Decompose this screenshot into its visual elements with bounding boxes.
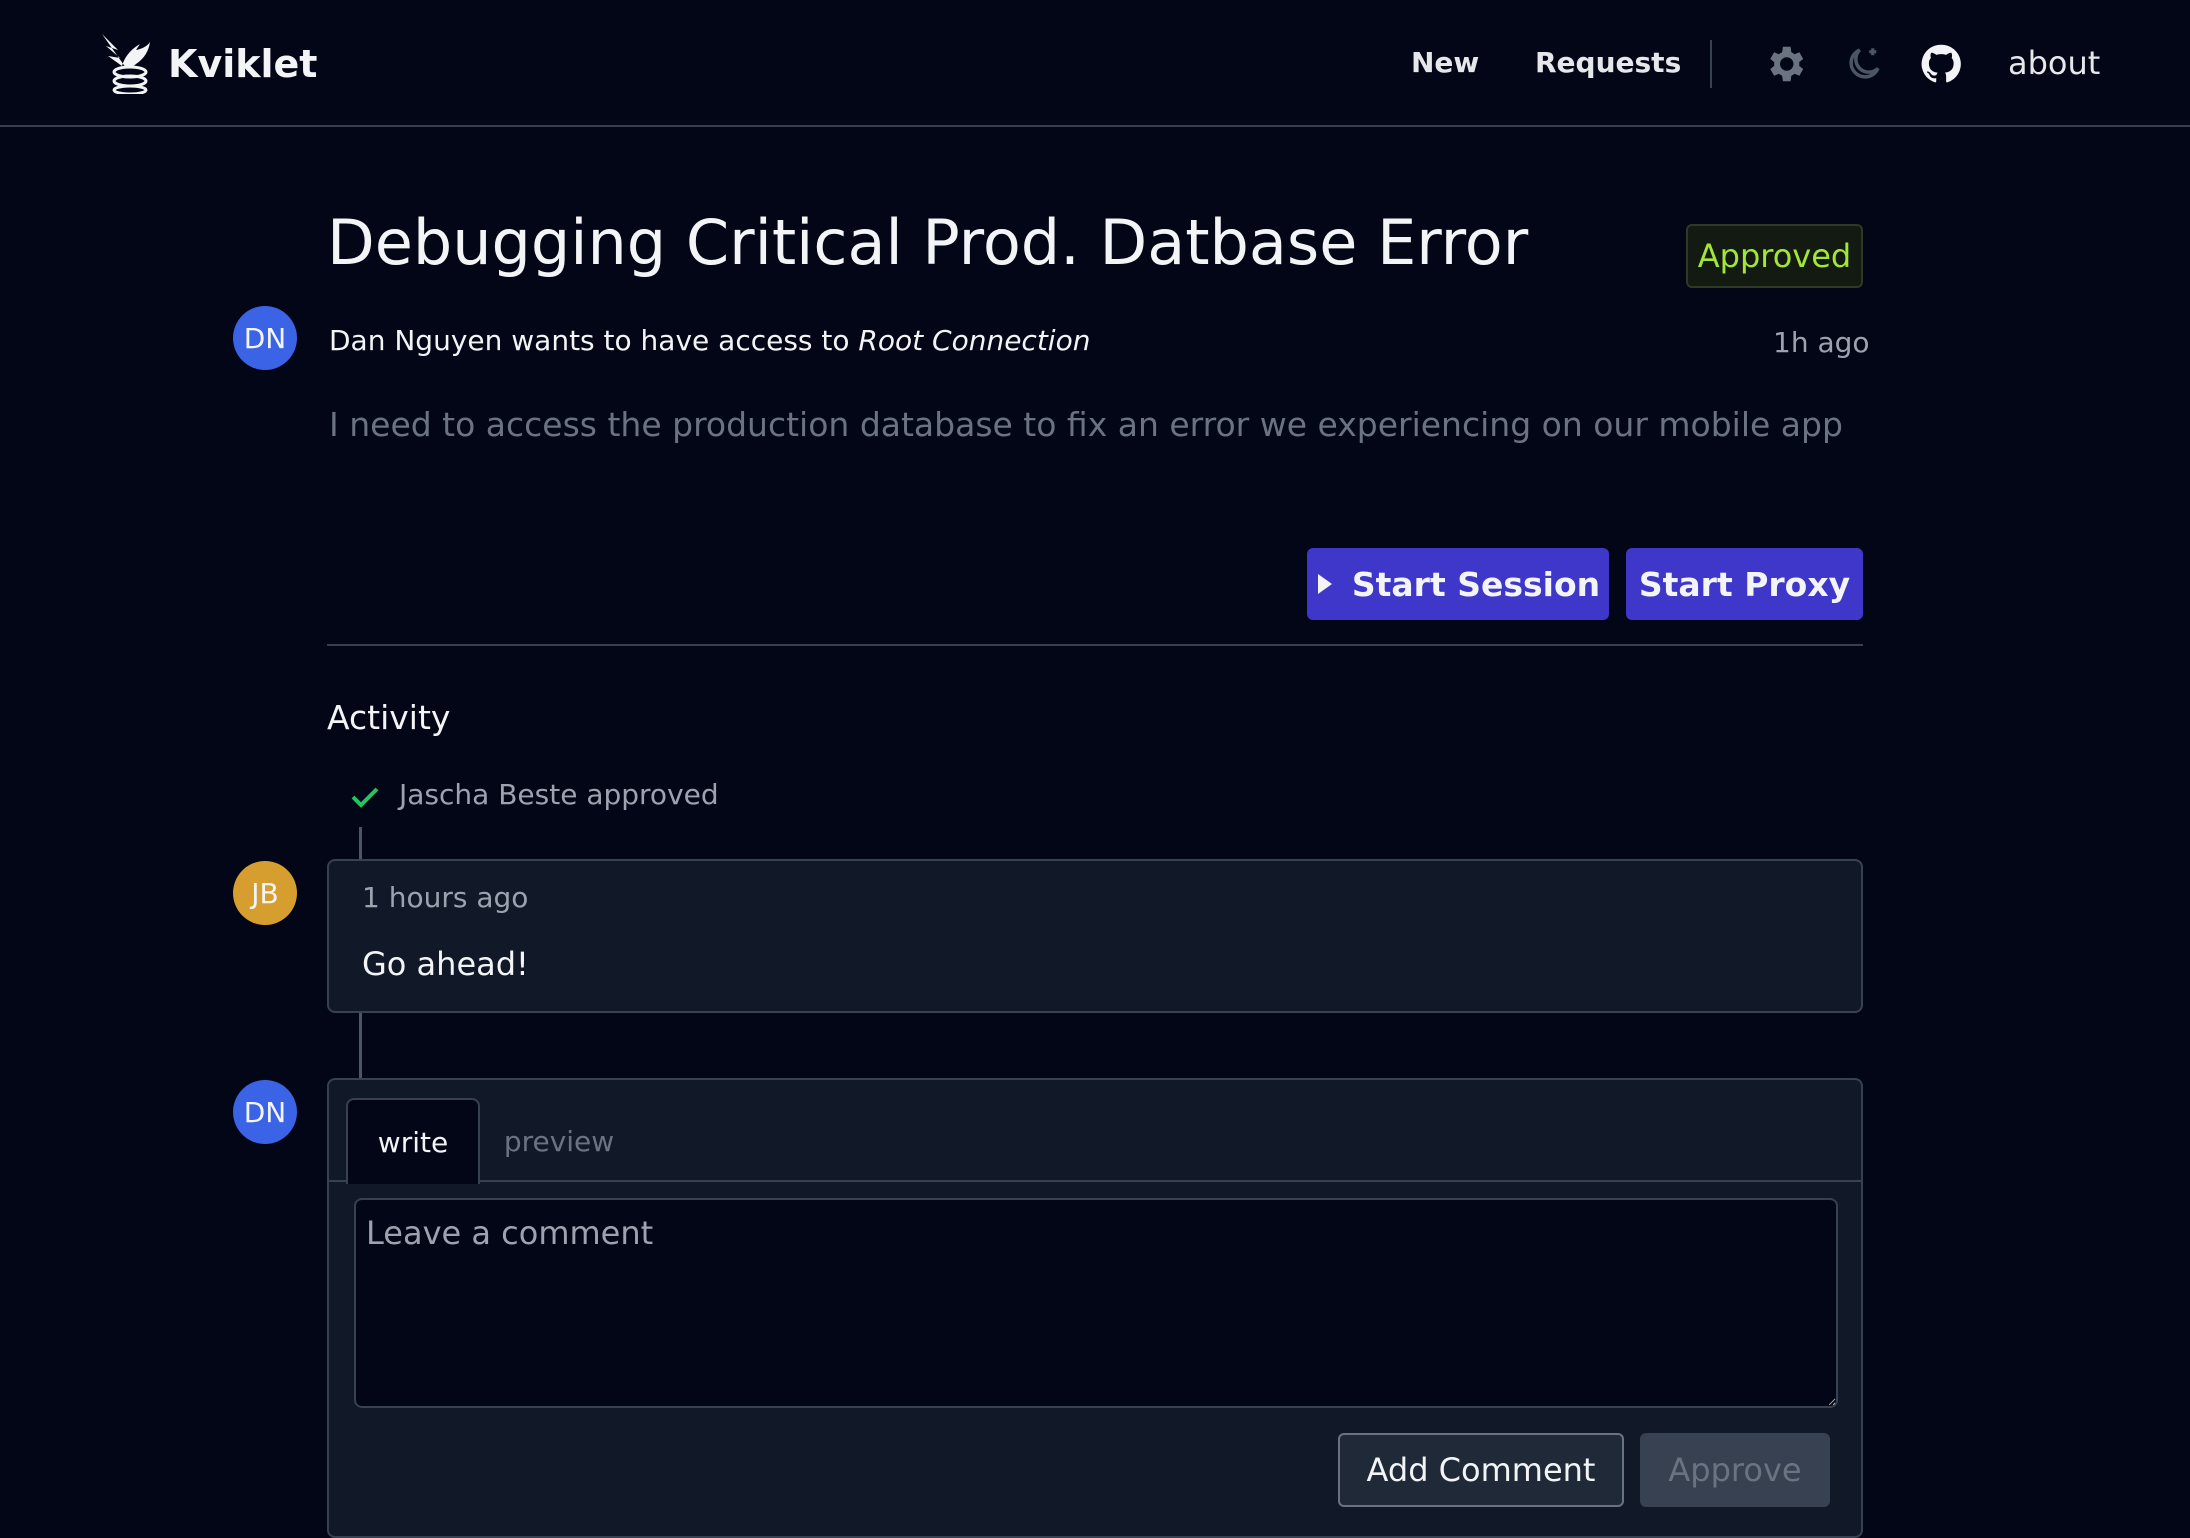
timeline-line [359,1013,362,1078]
start-session-label: Start Session [1351,564,1601,604]
status-badge: Approved [1686,224,1863,288]
comment-textarea[interactable] [354,1198,1838,1408]
avatar: DN [233,306,297,370]
request-title: Debugging Critical Prod. Datbase Error [327,206,1529,279]
gear-icon[interactable] [1761,40,1809,88]
top-navbar: Kviklet New Requests about [0,0,2190,127]
connection-name: Root Connection [858,324,1091,357]
tab-preview[interactable]: preview [489,1098,629,1184]
avatar: JB [233,861,297,925]
nav-new-link[interactable]: New [1411,46,1479,79]
requester-line: Dan Nguyen wants to have access to Root … [329,324,1090,357]
requester-text: Dan Nguyen wants to have access to [329,324,859,357]
approval-event: Jascha Beste approved [399,778,719,811]
editor-tabbar: write preview [329,1080,1861,1184]
nav-about-link[interactable]: about [2008,44,2100,82]
moon-icon[interactable] [1840,40,1888,88]
comment-editor: write preview Add Comment Approve [327,1078,1863,1538]
avatar: DN [233,1080,297,1144]
logo-bird-icon [96,30,152,98]
approve-button[interactable]: Approve [1640,1433,1830,1507]
nav-divider [1710,40,1712,88]
play-icon [1316,572,1334,596]
check-icon [350,785,380,813]
comment-body: Go ahead! [362,945,529,983]
start-proxy-button[interactable]: Start Proxy [1626,548,1863,620]
section-divider [327,644,1863,646]
request-time-ago: 1h ago [1773,326,1870,359]
nav-requests-link[interactable]: Requests [1535,46,1681,79]
tab-write[interactable]: write [346,1098,480,1184]
add-comment-button[interactable]: Add Comment [1338,1433,1624,1507]
brand-name: Kviklet [168,42,318,86]
activity-heading: Activity [327,698,451,737]
comment-time: 1 hours ago [362,881,529,914]
start-session-button[interactable]: Start Session [1307,548,1609,620]
comment-card: 1 hours ago Go ahead! [327,859,1863,1013]
request-description: I need to access the production database… [329,405,1843,444]
logo-link[interactable]: Kviklet [96,30,317,98]
timeline-line [359,827,362,859]
github-icon[interactable] [1917,40,1965,88]
